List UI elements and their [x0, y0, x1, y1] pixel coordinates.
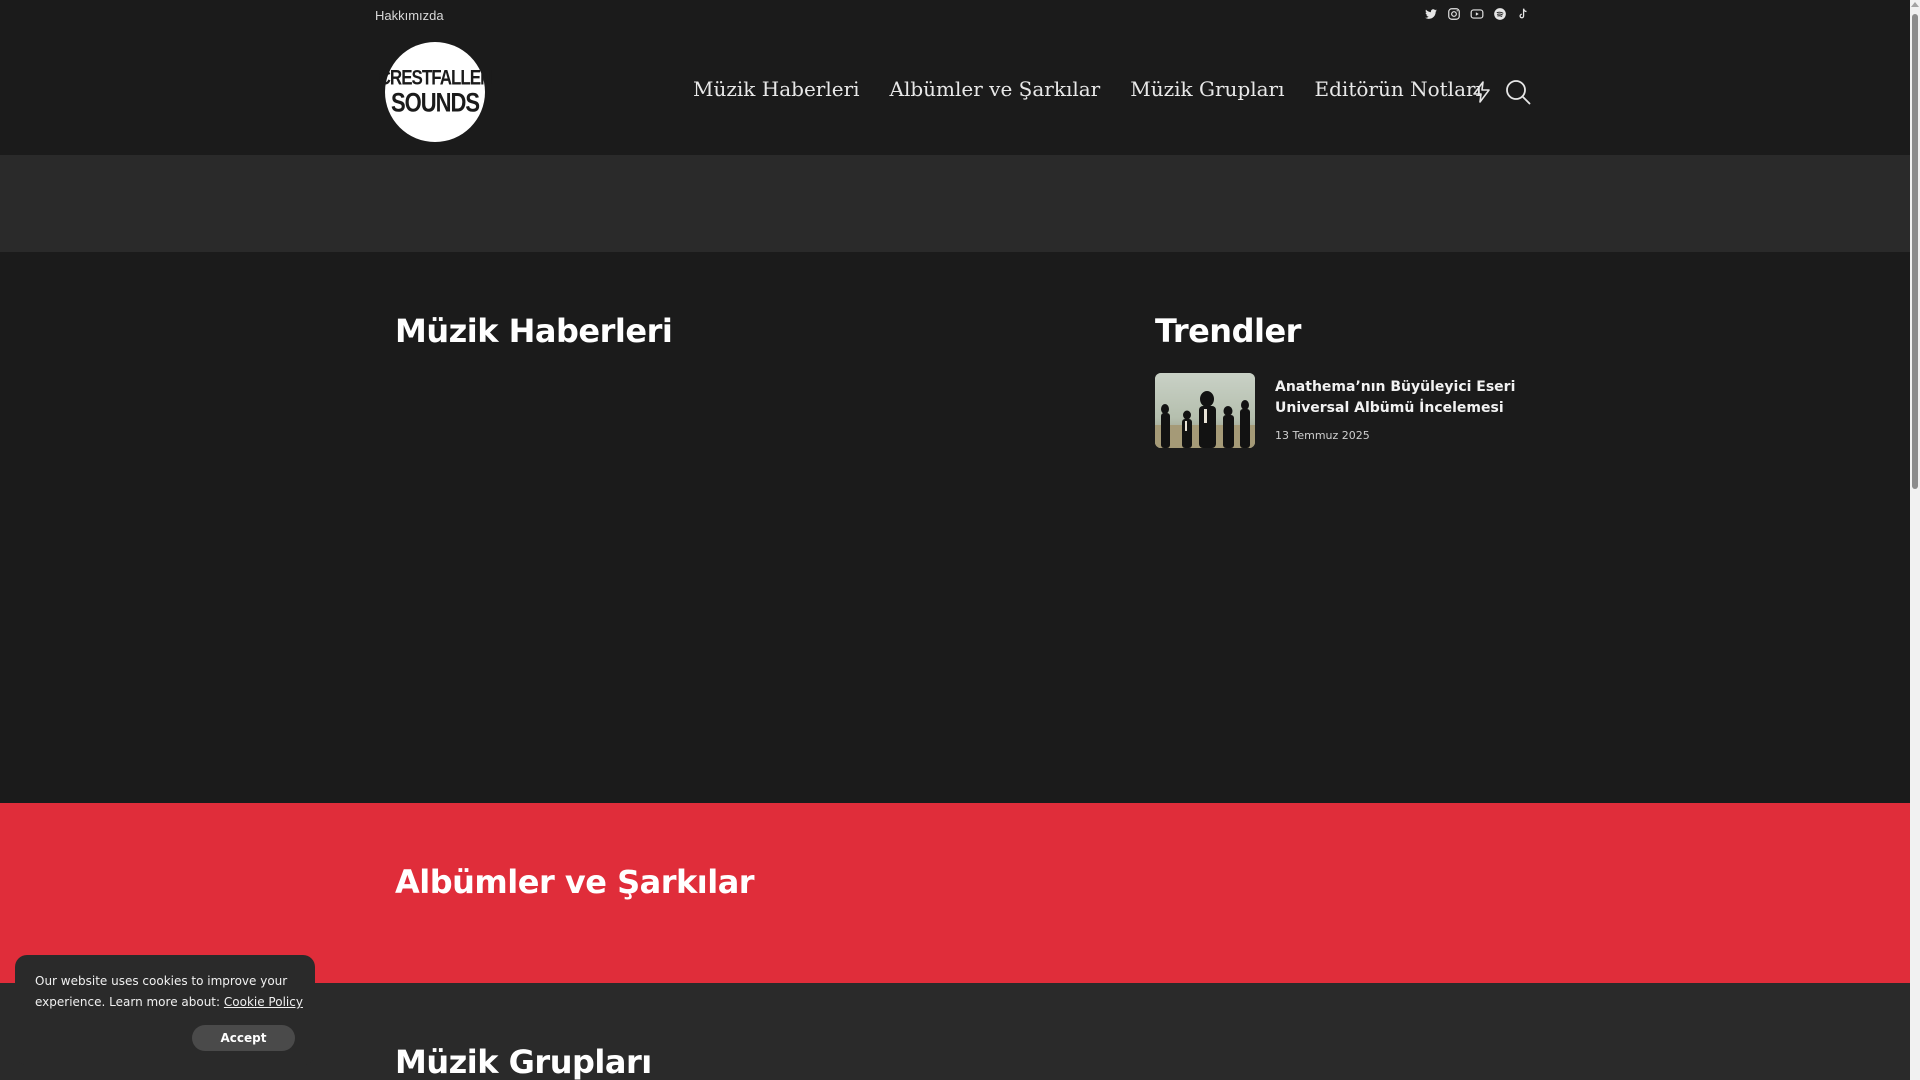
trend-item[interactable]: Anathema’nın Büyüleyici Eseri Universal …	[1155, 373, 1535, 449]
tiktok-icon[interactable]	[1516, 7, 1530, 21]
trends-section-title: Trendler	[1155, 312, 1301, 350]
albums-section-title: Albümler ve Şarkılar	[395, 863, 755, 901]
news-section-title: Müzik Haberleri	[395, 312, 673, 350]
cookie-policy-link[interactable]: Cookie Policy	[224, 995, 303, 1009]
top-bar: Hakkımızda	[0, 0, 1910, 32]
spotify-icon[interactable]	[1493, 7, 1507, 21]
main-nav: Müzik Haberleri Albümler ve Şarkılar Müz…	[693, 77, 1482, 101]
logo-text-line1: CRESTFALLEN	[378, 65, 493, 90]
trend-date: 13 Temmuz 2025	[1275, 429, 1370, 442]
search-icon[interactable]	[1504, 78, 1532, 110]
nav-item-albumler-ve-sarkilar[interactable]: Albümler ve Şarkılar	[890, 77, 1101, 101]
ad-band	[0, 155, 1910, 252]
trend-thumbnail[interactable]	[1155, 373, 1255, 448]
cookie-banner: Our website uses cookies to improve your…	[15, 955, 315, 1065]
scrollbar[interactable]	[1910, 0, 1920, 1080]
main-content: Müzik Haberleri Trendler Anathema’nın Bü…	[0, 252, 1910, 803]
site-logo[interactable]: CRESTFALLEN SOUNDS	[379, 42, 492, 142]
instagram-icon[interactable]	[1447, 7, 1461, 21]
social-links	[1424, 7, 1530, 21]
accept-button[interactable]: Accept	[192, 1025, 295, 1051]
trend-title[interactable]: Anathema’nın Büyüleyici Eseri Universal …	[1275, 377, 1535, 419]
logo-text-line2: SOUNDS	[390, 87, 480, 118]
youtube-icon[interactable]	[1470, 7, 1484, 21]
nav-item-editorun-notlari[interactable]: Editörün Notları	[1315, 77, 1482, 101]
twitter-icon[interactable]	[1424, 7, 1438, 21]
nav-item-muzik-haberleri[interactable]: Müzik Haberleri	[693, 77, 860, 101]
site-header: CRESTFALLEN SOUNDS Müzik Haberleri Albüm…	[0, 32, 1910, 155]
nav-item-muzik-gruplari[interactable]: Müzik Grupları	[1130, 77, 1284, 101]
cookie-message: Our website uses cookies to improve your…	[35, 971, 305, 1013]
about-link[interactable]: Hakkımızda	[375, 8, 444, 23]
scrollbar-thumb[interactable]	[1912, 14, 1918, 489]
groups-section-title: Müzik Grupları	[395, 1043, 652, 1080]
scroll-up-arrow-icon[interactable]	[1911, 2, 1919, 7]
header-icons	[1470, 78, 1532, 110]
page: Hakkımızda CRESTFALLEN SOUNDS Müzik Habe…	[0, 0, 1910, 1080]
bolt-icon[interactable]	[1470, 80, 1494, 108]
